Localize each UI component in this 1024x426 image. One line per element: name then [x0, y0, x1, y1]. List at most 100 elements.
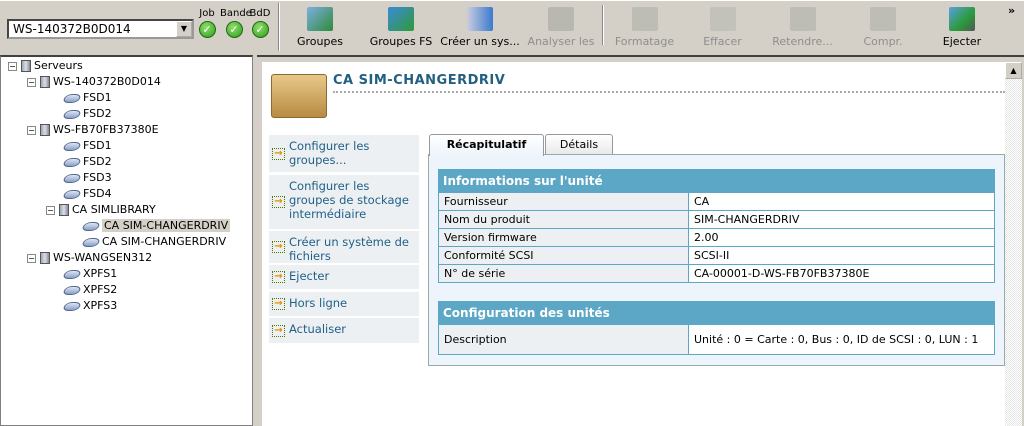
arrow-right-icon: → — [272, 241, 285, 253]
tab-recapitulatif[interactable]: Récapitulatif — [429, 134, 544, 156]
button-label: Groupes — [297, 35, 343, 48]
library-icon — [59, 204, 69, 216]
tree-item[interactable]: XPFS3 — [61, 298, 118, 314]
tree-item[interactable]: CA SIM-CHANGERDRIV — [80, 218, 231, 234]
tab-label: Récapitulatif — [446, 138, 527, 151]
tree-item-label: WS-140372B0D014 — [53, 75, 161, 88]
button-label: Formatage — [614, 35, 675, 48]
disk-icon — [61, 173, 83, 183]
action-link[interactable]: → Configurer les groupes... — [269, 135, 419, 172]
format-button[interactable]: Formatage — [612, 7, 677, 49]
status-label: Bande — [220, 8, 252, 19]
tree-item[interactable]: FSD4 — [61, 186, 112, 202]
status-bdd: BdD ✓ — [246, 8, 274, 40]
button-label: Effacer — [703, 35, 742, 48]
action-link[interactable]: → Créer un système de fichiers — [269, 231, 419, 263]
disk-icon — [61, 157, 83, 167]
table-row: Fournisseur CA — [438, 192, 995, 211]
tab-details[interactable]: Détails — [545, 134, 613, 155]
groupes-button[interactable]: Groupes — [290, 7, 350, 49]
create-filesystem-button[interactable]: Créer un sys... — [440, 7, 520, 49]
root-icon — [21, 60, 31, 72]
tree-item[interactable]: FSD2 — [61, 106, 112, 122]
tree-item[interactable]: XPFS1 — [61, 266, 118, 282]
computer-icon — [467, 7, 493, 31]
table-header: Configuration des unités — [438, 301, 995, 325]
button-label: Créer un sys... — [440, 35, 520, 48]
status-job: Job ✓ — [193, 8, 221, 40]
status-label: BdD — [249, 8, 271, 19]
server-select-value: WS-140372B0D014 — [13, 22, 131, 36]
vertical-scrollbar[interactable]: ▲ — [1005, 62, 1022, 426]
tree-item[interactable]: CA SIM-CHANGERDRIV — [80, 234, 226, 250]
action-link[interactable]: → Ejecter — [269, 265, 419, 289]
tree-item[interactable]: FSD1 — [61, 90, 112, 106]
analyze-button[interactable]: Analyser les ... — [522, 7, 600, 61]
tree-item[interactable]: − WS-FB70FB37380E — [27, 122, 159, 138]
disk-icon — [61, 301, 83, 311]
button-label: Compr. — [863, 35, 903, 48]
button-label: Ejecter — [942, 35, 982, 48]
toolbar-overflow-button[interactable]: » — [1008, 4, 1015, 17]
tree-item-label: WS-FB70FB37380E — [53, 123, 159, 136]
retension-button[interactable]: Retendre... — [770, 7, 835, 49]
disk-icon — [61, 189, 83, 199]
analyze-icon — [548, 7, 574, 31]
action-link[interactable]: → Actualiser — [269, 318, 419, 343]
groupes-fs-button[interactable]: Groupes FS — [366, 7, 436, 49]
button-label: Groupes FS — [369, 35, 433, 48]
table-row: Description Unité : 0 = Carte : 0, Bus : … — [438, 324, 995, 355]
tree-item-label: XPFS3 — [83, 299, 118, 312]
tree-item[interactable]: XPFS2 — [61, 282, 117, 298]
fs-groups-icon — [388, 7, 414, 31]
row-value: SIM-CHANGERDRIV — [688, 210, 995, 229]
tree-item[interactable]: − WS-WANGSEN312 — [27, 250, 152, 266]
table-row: N° de série CA-00001-D-WS-FB70FB37380E — [438, 264, 995, 283]
unit-config-table: Configuration des unités Description Unit… — [438, 301, 995, 355]
collapse-icon[interactable]: − — [8, 61, 17, 71]
action-link[interactable]: → Configurer les groupes de stockage inte… — [269, 175, 419, 229]
toolbar-separator — [602, 5, 604, 45]
tree-item-label: WS-WANGSEN312 — [53, 251, 153, 264]
button-label: Retendre... — [772, 35, 833, 48]
server-select[interactable]: WS-140372B0D014 ▼ — [7, 19, 194, 39]
compress-button[interactable]: Compr. — [858, 7, 908, 49]
tree-item-label: XPFS1 — [83, 267, 118, 280]
arrow-right-icon: → — [272, 147, 285, 160]
check-icon: ✓ — [198, 21, 216, 38]
tree-item-label: CA SIM-CHANGERDRIV — [102, 219, 231, 232]
row-value: SCSI-II — [688, 246, 995, 265]
collapse-icon[interactable]: − — [27, 253, 36, 263]
table-row: Conformité SCSI SCSI-II — [438, 246, 995, 265]
tree-item-label: FSD1 — [83, 139, 112, 152]
scroll-up-icon[interactable]: ▲ — [1005, 62, 1022, 79]
arrow-right-icon: → — [272, 196, 285, 208]
erase-button[interactable]: Effacer — [695, 7, 750, 49]
row-value: Unité : 0 = Carte : 0, Bus : 0, ID de SC… — [688, 324, 995, 355]
eraser-icon — [709, 7, 736, 31]
row-value: 2.00 — [688, 228, 995, 247]
collapse-icon[interactable]: − — [27, 77, 36, 87]
tree-item-label: FSD4 — [83, 187, 112, 200]
table-header: Informations sur l'unité — [438, 169, 995, 193]
tree-item-label: CA SIMLIBRARY — [72, 203, 156, 216]
row-key: Fournisseur — [438, 192, 689, 211]
tree-item[interactable]: − CA SIMLIBRARY — [46, 202, 156, 218]
tree-item[interactable]: FSD2 — [61, 154, 112, 170]
status-bande: Bande ✓ — [220, 8, 252, 40]
eject-icon — [949, 7, 975, 31]
tree-item[interactable]: − WS-140372B0D014 — [27, 74, 161, 90]
collapse-icon[interactable]: − — [46, 205, 55, 215]
row-key: Nom du produit — [438, 210, 689, 229]
tree-item[interactable]: FSD1 — [61, 138, 112, 154]
chevron-down-icon[interactable]: ▼ — [176, 21, 192, 37]
eject-button[interactable]: Ejecter — [937, 7, 987, 49]
tab-label: Détails — [559, 138, 599, 151]
unit-info-table: Informations sur l'unité Fournisseur CA No… — [438, 169, 995, 283]
row-key: Description — [438, 324, 689, 355]
action-link[interactable]: → Hors ligne — [269, 292, 419, 316]
tree-item[interactable]: − Serveurs — [8, 58, 83, 74]
collapse-icon[interactable]: − — [27, 125, 36, 135]
row-value: CA-00001-D-WS-FB70FB37380E — [688, 264, 995, 283]
tree-item[interactable]: FSD3 — [61, 170, 112, 186]
